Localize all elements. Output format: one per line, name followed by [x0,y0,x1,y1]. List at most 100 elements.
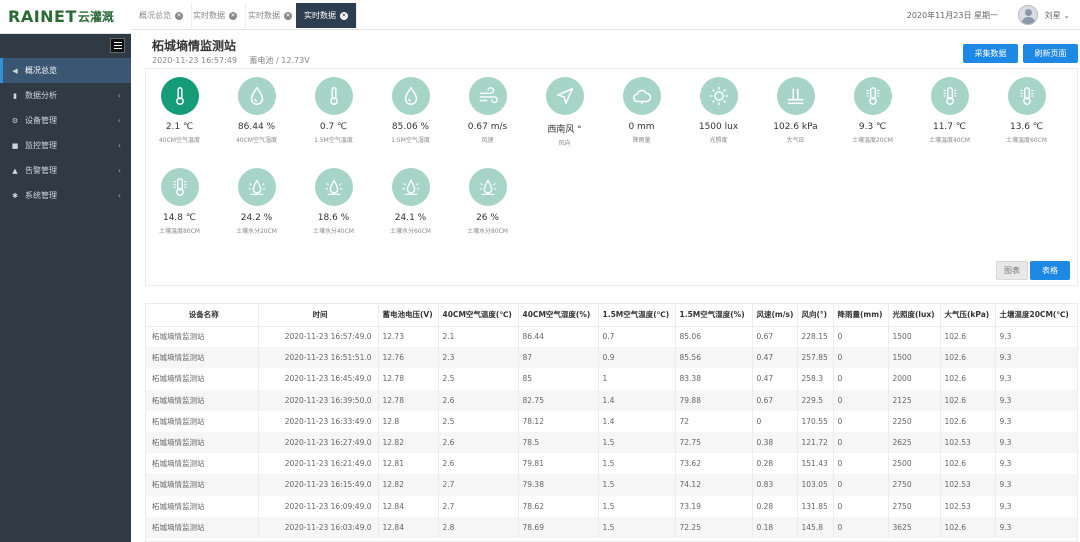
table-cell: 0.67 [752,389,798,411]
table-cell: 0 [833,495,889,517]
column-header[interactable]: 时间 [258,304,379,327]
tab-label: 实时数据 [193,11,225,20]
table-cell: 79.81 [518,453,599,475]
soil-moisture-icon [391,168,430,206]
sensor-card: 14.8 ℃ 土壤温度80CM [141,168,218,235]
sensor-card: 85.06 % 1.5M空气湿度 [372,77,449,144]
table-cell: 2.6 [438,453,519,475]
table-cell: 0 [833,431,889,454]
table-cell: 102.6 [940,326,996,348]
current-date: 2020年11月23日 星期一 [906,11,998,20]
table-cell: 柘城墒情监测站 [146,368,259,390]
column-header[interactable]: 光照度(lux) [888,304,941,327]
chevron-left-icon: ‹ [117,116,121,125]
table-cell: 258.3 [797,368,834,390]
table-cell: 0 [833,453,889,475]
sidebar-item-0[interactable]: ◀ 概况总览 [0,58,131,83]
table-row[interactable]: 柘城墒情监测站 2020-11-23 16:57:49.0 12.73 2.1 86.4… [146,326,1077,348]
user-menu[interactable]: 刘星 ⌄ [1045,10,1070,21]
table-cell: 9.3 [995,326,1077,348]
sensor-value: 24.2 % [240,213,273,223]
column-header[interactable]: 蓄电池电压(V) [378,304,439,327]
table-cell: 85.06 [675,326,753,348]
table-cell: 柘城墒情监测站 [146,431,259,454]
tab-3[interactable]: 实时数据 ✕ [296,3,357,28]
sensor-card: 11.7 ℃ 土壤温度40CM [911,77,988,144]
sidebar-item-3[interactable]: ■ 监控管理 ‹ [0,133,131,158]
column-header[interactable]: 降雨量(mm) [833,304,889,327]
sidebar-item-label: 告警管理 [25,166,57,175]
column-header[interactable]: 40CM空气湿度(%) [518,304,599,327]
table-cell: 78.5 [518,431,599,454]
sidebar-item-5[interactable]: ✱ 系统管理 ‹ [0,183,131,208]
sensor-value: 0 mm [628,122,655,132]
sensor-value: 24.1 % [394,213,427,223]
table-cell: 2020-11-23 16:03:49.0 [258,516,379,538]
table-row[interactable]: 柘城墒情监测站 2020-11-23 16:51:51.0 12.76 2.3 87 0.… [146,347,1077,369]
table-cell: 12.84 [378,495,439,517]
menu-toggle-icon[interactable] [110,38,125,53]
close-icon[interactable]: ✕ [340,11,348,20]
table-cell: 0.28 [752,453,798,475]
table-cell: 2.5 [438,410,519,432]
table-row[interactable]: 柘城墒情监测站 2020-11-23 16:03:49.0 12.84 2.8 78.6… [146,516,1077,538]
column-header[interactable]: 1.5M空气湿度(%) [675,304,753,327]
column-header[interactable]: 风速(m/s) [752,304,798,327]
sensor-value: 0.67 m/s [467,122,508,132]
table-cell: 2020-11-23 16:33:49.0 [258,410,379,432]
table-row[interactable]: 柘城墒情监测站 2020-11-23 16:27:49.0 12.82 2.6 78.5… [146,431,1077,454]
table-cell: 2020-11-23 16:51:51.0 [258,347,379,369]
station-meta: 2020-11-23 16:57:49 蓄电池 / 12.73V [152,55,310,66]
sensor-label: 风速 [481,137,494,144]
sensor-value: 86.44 % [237,122,276,132]
table-cell: 0 [833,474,889,496]
sensor-card: 102.6 kPa 大气压 [757,77,834,144]
column-header[interactable]: 40CM空气温度(℃) [438,304,519,327]
refresh-page-button[interactable]: 刷新页面 [1023,44,1078,63]
column-header[interactable]: 土壤温度20CM(℃) [995,304,1077,327]
table-row[interactable]: 柘城墒情监测站 2020-11-23 16:33:49.0 12.8 2.5 78.12… [146,410,1077,432]
sensor-value: 0.7 ℃ [319,122,348,132]
column-header[interactable]: 风向(°) [797,304,834,327]
table-cell: 78.62 [518,495,599,517]
table-row[interactable]: 柘城墒情监测站 2020-11-23 16:45:49.0 12.78 2.5 85 1 8… [146,368,1077,390]
close-icon[interactable]: ✕ [229,11,237,20]
table-cell: 0 [833,410,889,432]
logo[interactable]: RAINET 云灌溉 [0,0,131,34]
tab-2[interactable]: 实时数据 ✕ [240,3,301,28]
table-row[interactable]: 柘城墒情监测站 2020-11-23 16:09:49.0 12.84 2.7 78.6… [146,495,1077,517]
sensor-value: 西南风 ° [547,125,582,135]
table-row[interactable]: 柘城墒情监测站 2020-11-23 16:15:49.0 12.82 2.7 79.3… [146,474,1077,496]
close-icon[interactable]: ✕ [175,11,183,20]
sensor-card: 0 mm 降雨量 [603,77,680,144]
table-cell: 79.88 [675,389,753,411]
table-cell: 柘城墒情监测站 [146,410,259,432]
table-cell: 2000 [888,368,941,390]
table-cell: 73.62 [675,453,753,475]
collect-data-button[interactable]: 采集数据 [963,44,1018,63]
data-table: 设备名称 时间 蓄电池电压(V) 40CM空气温度(℃) 40CM空气湿度(%) 1.5M… [145,303,1078,542]
sidebar-item-1[interactable]: ▮ 数据分析 ‹ [0,83,131,108]
avatar[interactable] [1018,5,1038,25]
table-row[interactable]: 柘城墒情监测站 2020-11-23 16:39:50.0 12.78 2.6 82.7… [146,389,1077,411]
tab-0[interactable]: 概况总览 ✕ [131,3,192,28]
table-row[interactable]: 柘城墒情监测站 2020-11-23 16:21:49.0 12.81 2.6 79.8… [146,453,1077,475]
table-cell: 12.76 [378,347,439,369]
table-cell: 102.6 [940,347,996,369]
table-cell: 145.8 [797,516,834,538]
column-header[interactable]: 1.5M空气温度(℃) [598,304,676,327]
sidebar-item-2[interactable]: ⚙ 设备管理 ‹ [0,108,131,133]
table-view-button[interactable]: 表格 [1030,261,1070,280]
column-header[interactable]: 设备名称 [146,304,259,327]
top-bar: 概况总览 ✕ 实时数据 ✕ 实时数据 ✕ 实时数据 ✕ 2020年11月23日 星期一 刘星 … [131,0,1080,30]
sensor-card: 1500 lux 光照度 [680,77,757,144]
close-icon[interactable]: ✕ [284,11,292,20]
sensor-value: 14.8 ℃ [162,213,196,223]
table-cell: 9.3 [995,347,1077,369]
table-cell: 74.12 [675,474,753,496]
column-header[interactable]: 大气压(kPa) [940,304,996,327]
sidebar-item-4[interactable]: ▲ 告警管理 ‹ [0,158,131,183]
sensor-card: 24.1 % 土壤水分60CM [372,168,449,235]
chart-view-button[interactable]: 图表 [996,261,1028,280]
tab-1[interactable]: 实时数据 ✕ [185,3,246,28]
